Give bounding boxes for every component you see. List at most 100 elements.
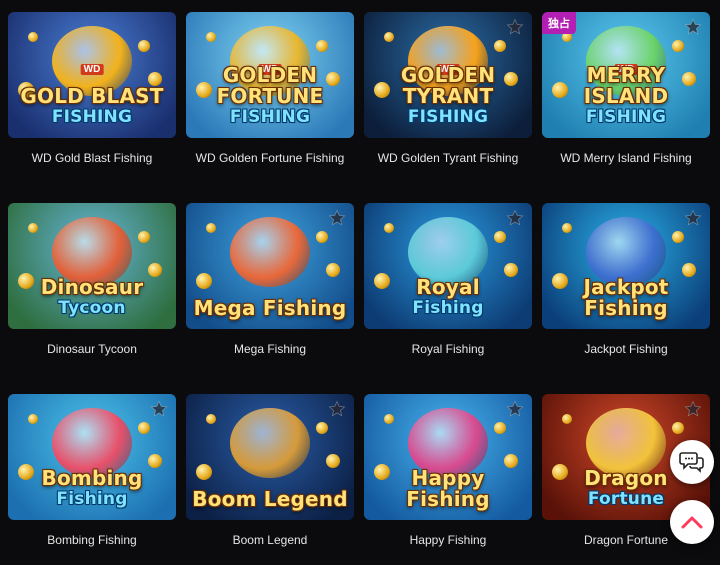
- game-thumbnail[interactable]: WD GOLDEN FORTUNE FISHING: [186, 12, 354, 138]
- game-art-title-main: Dragon: [584, 466, 668, 490]
- game-art-title-sub: FISHING: [585, 107, 667, 127]
- game-art-title: Mega Fishing: [192, 298, 348, 319]
- game-art-title: GOLDEN FORTUNE FISHING: [192, 65, 348, 128]
- game-thumbnail[interactable]: Royal Fishing: [364, 203, 532, 329]
- game-art-title-sub: FISHING: [407, 107, 489, 127]
- game-art-title-sub: FISHING: [229, 107, 311, 127]
- game-thumbnail[interactable]: Bombing Fishing: [8, 394, 176, 520]
- favorite-star-icon[interactable]: [328, 400, 346, 418]
- gold-coin-decoration: [504, 263, 518, 277]
- game-card[interactable]: Boom Legend Boom Legend: [186, 394, 354, 547]
- gold-coin-decoration: [504, 454, 518, 468]
- game-art-title-sub: Fishing: [412, 298, 484, 318]
- favorite-star-icon[interactable]: [684, 18, 702, 36]
- game-thumbnail[interactable]: WD GOLD BLAST FISHING: [8, 12, 176, 138]
- game-thumbnail[interactable]: Happy Fishing: [364, 394, 532, 520]
- favorite-star-icon[interactable]: [150, 400, 168, 418]
- game-card[interactable]: Jackpot Fishing Jackpot Fishing: [542, 203, 710, 356]
- gold-coin-decoration: [196, 273, 212, 289]
- game-name[interactable]: WD Gold Blast Fishing: [8, 151, 176, 165]
- game-card[interactable]: WD GOLDEN TYRANT FISHING WD Golden Tyrant F…: [364, 12, 532, 165]
- game-art-title: Royal Fishing: [370, 277, 526, 319]
- gold-coin-decoration: [672, 231, 684, 243]
- game-art-title-main: MERRY ISLAND: [583, 63, 669, 108]
- game-card[interactable]: Royal Fishing Royal Fishing: [364, 203, 532, 356]
- game-art-title: Bombing Fishing: [14, 468, 170, 510]
- game-name[interactable]: Happy Fishing: [364, 533, 532, 547]
- game-card[interactable]: Bombing Fishing Bombing Fishing: [8, 394, 176, 547]
- gold-coin-decoration: [28, 223, 38, 233]
- gold-coin-decoration: [494, 40, 506, 52]
- game-name[interactable]: Bombing Fishing: [8, 533, 176, 547]
- game-name[interactable]: WD Golden Fortune Fishing: [186, 151, 354, 165]
- gold-coin-decoration: [562, 414, 572, 424]
- game-art-title: GOLDEN TYRANT FISHING: [370, 65, 526, 128]
- back-to-top-button[interactable]: [670, 500, 714, 544]
- game-card[interactable]: Dinosaur Tycoon Dinosaur Tycoon: [8, 203, 176, 356]
- favorite-star-icon[interactable]: [328, 209, 346, 227]
- gold-coin-decoration: [316, 40, 328, 52]
- gold-coin-decoration: [384, 223, 394, 233]
- game-thumbnail[interactable]: WD GOLDEN TYRANT FISHING: [364, 12, 532, 138]
- gold-coin-decoration: [196, 464, 212, 480]
- game-art-title: GOLD BLAST FISHING: [14, 86, 170, 128]
- game-name[interactable]: Jackpot Fishing: [542, 342, 710, 356]
- game-thumbnail[interactable]: WD MERRY ISLAND FISHING 独占: [542, 12, 710, 138]
- gold-coin-decoration: [148, 263, 162, 277]
- gold-coin-decoration: [148, 454, 162, 468]
- gold-coin-decoration: [316, 422, 328, 434]
- favorite-star-icon[interactable]: [684, 400, 702, 418]
- game-mascot-art: [230, 408, 310, 478]
- game-grid: WD GOLD BLAST FISHING WD Gold Blast Fishing…: [0, 0, 720, 565]
- game-art-title: Boom Legend: [192, 489, 348, 510]
- game-art-title: Happy Fishing: [370, 468, 526, 510]
- game-thumbnail[interactable]: Dinosaur Tycoon: [8, 203, 176, 329]
- game-art-title-main: Jackpot Fishing: [583, 275, 669, 320]
- game-art-title: Jackpot Fishing: [548, 277, 704, 319]
- game-name[interactable]: Dinosaur Tycoon: [8, 342, 176, 356]
- gold-coin-decoration: [384, 32, 394, 42]
- game-name[interactable]: WD Golden Tyrant Fishing: [364, 151, 532, 165]
- chevron-up-icon: [681, 516, 703, 529]
- game-name[interactable]: Royal Fishing: [364, 342, 532, 356]
- game-art-title-main: GOLD BLAST: [20, 84, 164, 108]
- favorite-star-icon[interactable]: [684, 209, 702, 227]
- provider-badge: WD: [80, 64, 104, 75]
- favorite-star-icon[interactable]: [506, 400, 524, 418]
- game-card[interactable]: WD GOLDEN FORTUNE FISHING WD Golden Fortune…: [186, 12, 354, 165]
- game-art-title-main: Boom Legend: [192, 487, 348, 511]
- game-art-title: Dinosaur Tycoon: [14, 277, 170, 319]
- chat-button[interactable]: [670, 440, 714, 484]
- game-art-title-main: GOLDEN FORTUNE: [216, 63, 324, 108]
- gold-coin-decoration: [384, 414, 394, 424]
- gold-coin-decoration: [316, 231, 328, 243]
- gold-coin-decoration: [206, 414, 216, 424]
- gold-coin-decoration: [494, 422, 506, 434]
- gold-coin-decoration: [206, 223, 216, 233]
- game-art-title-sub: Fishing: [56, 489, 128, 509]
- game-name[interactable]: Mega Fishing: [186, 342, 354, 356]
- favorite-star-icon[interactable]: [506, 209, 524, 227]
- gold-coin-decoration: [138, 422, 150, 434]
- gold-coin-decoration: [562, 223, 572, 233]
- game-card[interactable]: Happy Fishing Happy Fishing: [364, 394, 532, 547]
- game-name[interactable]: WD Merry Island Fishing: [542, 151, 710, 165]
- game-card[interactable]: Mega Fishing Mega Fishing: [186, 203, 354, 356]
- game-thumbnail[interactable]: Jackpot Fishing: [542, 203, 710, 329]
- game-name[interactable]: Boom Legend: [186, 533, 354, 547]
- game-thumbnail[interactable]: Mega Fishing: [186, 203, 354, 329]
- game-thumbnail[interactable]: Boom Legend: [186, 394, 354, 520]
- gold-coin-decoration: [326, 454, 340, 468]
- game-art-title-main: Royal: [416, 275, 480, 299]
- gold-coin-decoration: [28, 414, 38, 424]
- chat-bubbles-icon: [679, 452, 704, 473]
- favorite-star-icon[interactable]: [506, 18, 524, 36]
- gold-coin-decoration: [672, 422, 684, 434]
- game-card[interactable]: WD MERRY ISLAND FISHING 独占 WD Merry Island F…: [542, 12, 710, 165]
- game-art-title: MERRY ISLAND FISHING: [548, 65, 704, 128]
- gold-coin-decoration: [682, 263, 696, 277]
- gold-coin-decoration: [28, 32, 38, 42]
- gold-coin-decoration: [206, 32, 216, 42]
- game-card[interactable]: WD GOLD BLAST FISHING WD Gold Blast Fishing: [8, 12, 176, 165]
- game-art-title-main: Dinosaur: [40, 275, 144, 299]
